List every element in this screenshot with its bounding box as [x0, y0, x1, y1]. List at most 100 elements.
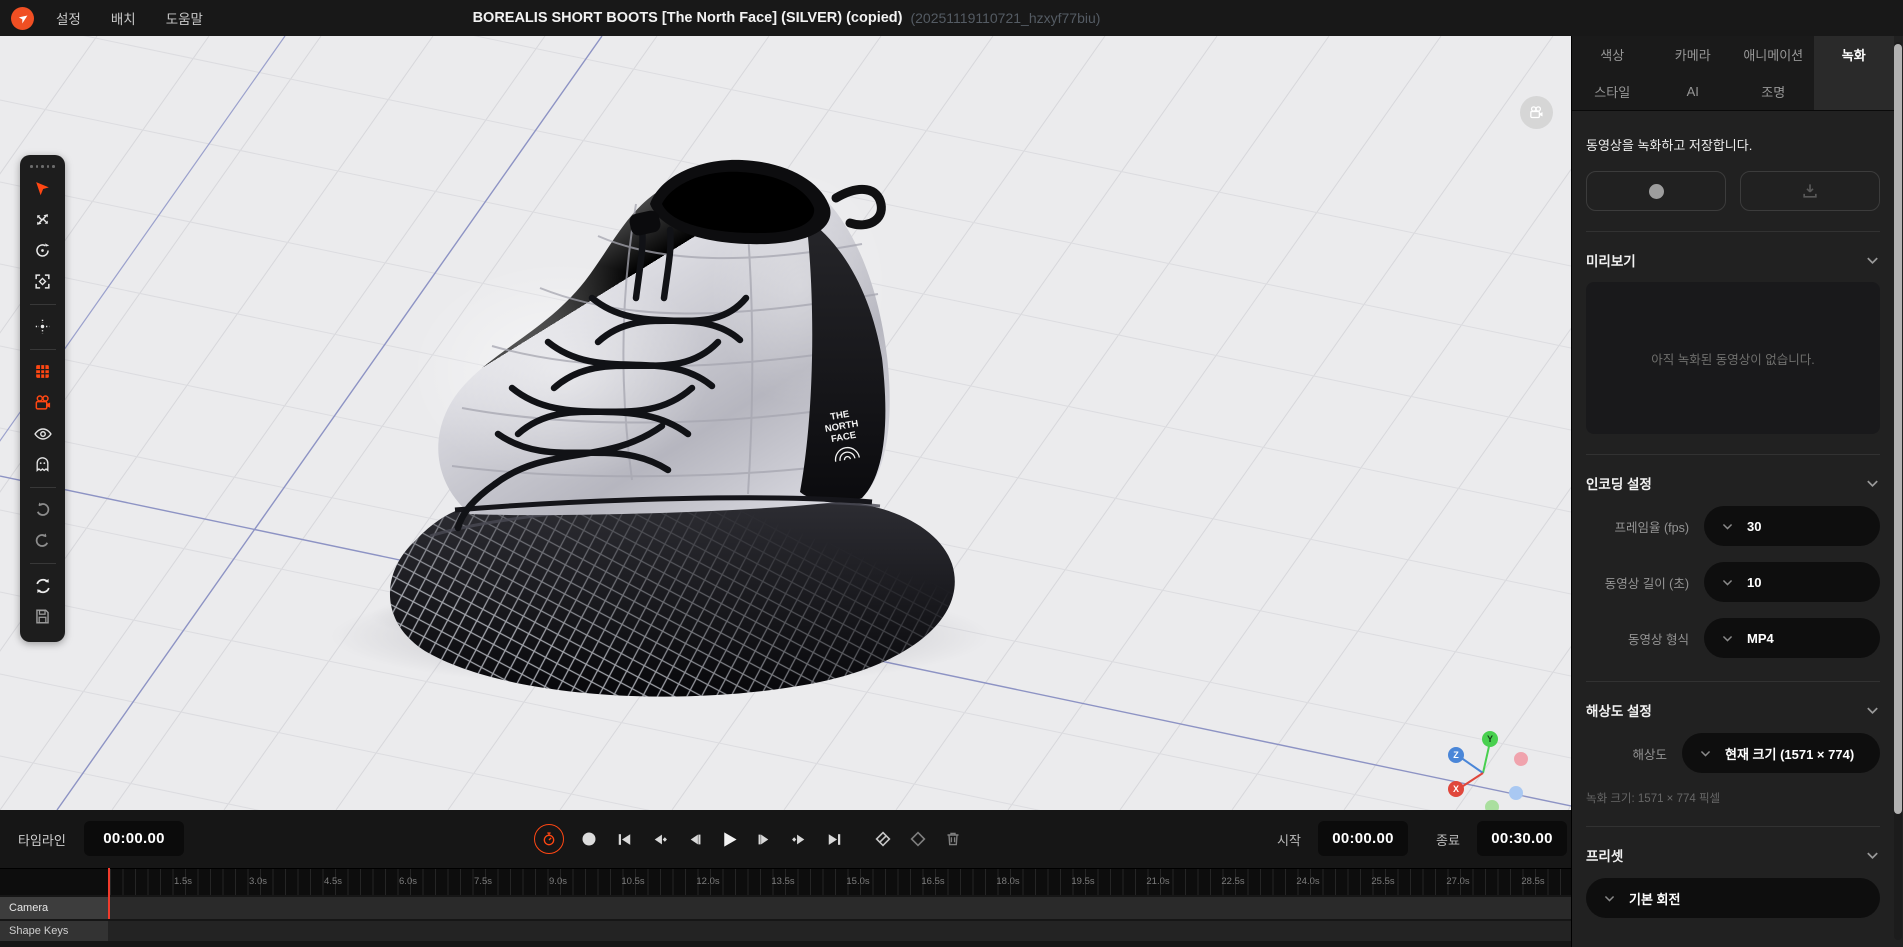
app-logo-icon[interactable] — [11, 6, 34, 30]
tab-camera[interactable]: 카메라 — [1653, 36, 1734, 73]
preset-value: 기본 회전 — [1629, 891, 1681, 907]
delete-keyframe-button[interactable] — [940, 824, 966, 854]
track-camera-label[interactable]: Camera — [0, 897, 108, 919]
tab-color[interactable]: 색상 — [1572, 36, 1653, 73]
boot-model[interactable]: THE NORTH FACE — [330, 159, 990, 697]
viewport-3d[interactable]: THE NORTH FACE Y Z X — [0, 36, 1571, 810]
ruler-tick: 28.5s — [1521, 876, 1545, 887]
end-time-field[interactable]: 00:30.00 — [1477, 821, 1567, 856]
video-format-label: 동영상 형식 — [1628, 632, 1689, 647]
video-length-value: 10 — [1747, 574, 1762, 590]
step-back-button[interactable] — [681, 824, 707, 854]
keyframe-button[interactable] — [905, 824, 931, 854]
menu-layout[interactable]: 배치 — [111, 8, 136, 28]
resolution-section-header[interactable]: 해상도 설정 — [1586, 700, 1880, 720]
orientation-gizmo[interactable]: Y Z X — [1448, 731, 1528, 810]
scene-canvas: THE NORTH FACE Y Z X — [0, 36, 1571, 810]
track-shape-keys-label[interactable]: Shape Keys — [0, 921, 108, 941]
video-length-select[interactable]: 10 — [1704, 562, 1880, 602]
timer-record-button[interactable] — [534, 824, 564, 854]
current-time-field[interactable]: 00:00.00 — [84, 821, 184, 856]
prev-keyframe-icon — [654, 834, 667, 844]
step-forward-button[interactable] — [751, 824, 777, 854]
chevron-down-icon — [1722, 523, 1733, 530]
skip-to-start-button[interactable] — [611, 824, 637, 854]
visibility-button[interactable] — [30, 421, 56, 447]
chevron-down-icon — [1700, 750, 1711, 757]
chevron-down-icon — [1867, 707, 1878, 714]
ghost-mode-button[interactable] — [30, 452, 56, 478]
ruler-tick: 21.0s — [1146, 876, 1170, 887]
preset-select[interactable]: 기본 회전 — [1586, 878, 1880, 918]
scale-tool-button[interactable] — [30, 269, 56, 295]
move-tool-button[interactable] — [30, 207, 56, 233]
viewport-camera-button[interactable] — [1520, 96, 1553, 129]
ruler-tick: 6.0s — [399, 876, 417, 887]
redo-button[interactable] — [30, 528, 56, 554]
tab-animation[interactable]: 애니메이션 — [1733, 36, 1814, 73]
rotate-tool-button[interactable] — [30, 238, 56, 264]
document-id: (20251119110721_hzxyf77biu) — [910, 10, 1101, 26]
playhead[interactable] — [108, 868, 110, 919]
resolution-select[interactable]: 현재 크기 (1571 × 774) — [1682, 733, 1880, 773]
resolution-label: 해상도 — [1632, 747, 1667, 762]
video-camera-icon — [1530, 106, 1543, 119]
video-format-select[interactable]: MP4 — [1704, 618, 1880, 658]
sync-reset-button[interactable] — [30, 573, 56, 599]
select-tool-button[interactable] — [30, 176, 56, 202]
gizmo-neg-y-axis[interactable] — [1485, 800, 1499, 810]
panel-scrollbar-thumb[interactable] — [1894, 44, 1902, 814]
preview-title: 미리보기 — [1586, 254, 1636, 269]
toolbar-drag-handle[interactable] — [30, 165, 55, 168]
gizmo-neg-x-axis[interactable] — [1514, 752, 1528, 766]
previous-keyframe-button[interactable] — [646, 824, 672, 854]
record-camera-button[interactable] — [30, 390, 56, 416]
record-description: 동영상을 녹화하고 저장합니다. — [1586, 138, 1753, 153]
framerate-label: 프레임율 (fps) — [1614, 520, 1689, 535]
keyframe-controls — [870, 824, 966, 854]
track-camera[interactable]: Camera — [0, 897, 1571, 919]
encoding-section-header[interactable]: 인코딩 설정 — [1586, 473, 1880, 493]
grid-toggle-button[interactable] — [30, 359, 56, 385]
focus-tool-button[interactable] — [30, 314, 56, 340]
ruler-tick: 13.5s — [771, 876, 795, 887]
keyframe-diamond-icon — [910, 831, 926, 847]
preview-section-header[interactable]: 미리보기 — [1586, 250, 1880, 270]
ruler-tick: 15.0s — [846, 876, 870, 887]
record-start-button[interactable] — [1586, 171, 1726, 211]
chevron-down-icon — [1722, 579, 1733, 586]
undo-icon — [36, 502, 50, 516]
framerate-select[interactable]: 30 — [1704, 506, 1880, 546]
next-keyframe-button[interactable] — [786, 824, 812, 854]
ghost-icon — [36, 457, 49, 472]
skip-to-end-button[interactable] — [821, 824, 847, 854]
gizmo-neg-z-axis[interactable] — [1509, 786, 1523, 800]
focus-crosshair-icon — [35, 319, 50, 334]
timeline-ruler[interactable]: 1.5s 3.0s 4.5s 6.0s 7.5s 9.0s 10.5s 12.0… — [0, 868, 1571, 895]
start-time-label: 시작 — [1277, 833, 1301, 848]
undo-button[interactable] — [30, 497, 56, 523]
preset-title: 프리셋 — [1586, 849, 1624, 864]
download-recording-button[interactable] — [1740, 171, 1880, 211]
menu-help[interactable]: 도움말 — [166, 8, 203, 28]
tab-record[interactable]: 녹화 — [1814, 36, 1895, 73]
tab-lighting[interactable]: 조명 — [1733, 73, 1814, 110]
recording-size-note: 녹화 크기: 1571 × 774 픽셀 — [1586, 793, 1721, 805]
start-time-field[interactable]: 00:00.00 — [1318, 821, 1408, 856]
add-keyframe-button[interactable] — [870, 824, 896, 854]
tab-style[interactable]: 스타일 — [1572, 73, 1653, 110]
panel-scrollbar[interactable] — [1894, 42, 1902, 940]
document-title: BOREALIS SHORT BOOTS [The North Face] (S… — [472, 10, 903, 26]
preset-section-header[interactable]: 프리셋 — [1586, 845, 1880, 865]
eye-icon — [33, 427, 52, 440]
play-button[interactable] — [716, 824, 742, 854]
tab-ai[interactable]: AI — [1653, 73, 1734, 110]
chevron-down-icon — [1867, 480, 1878, 487]
menu-settings[interactable]: 설정 — [56, 8, 81, 28]
ruler-tick: 22.5s — [1221, 876, 1245, 887]
play-icon — [723, 831, 737, 847]
resolution-title: 해상도 설정 — [1586, 704, 1652, 719]
save-button[interactable] — [30, 604, 56, 630]
track-shape-keys[interactable]: Shape Keys — [0, 921, 1571, 941]
record-toggle-button[interactable] — [576, 824, 602, 854]
